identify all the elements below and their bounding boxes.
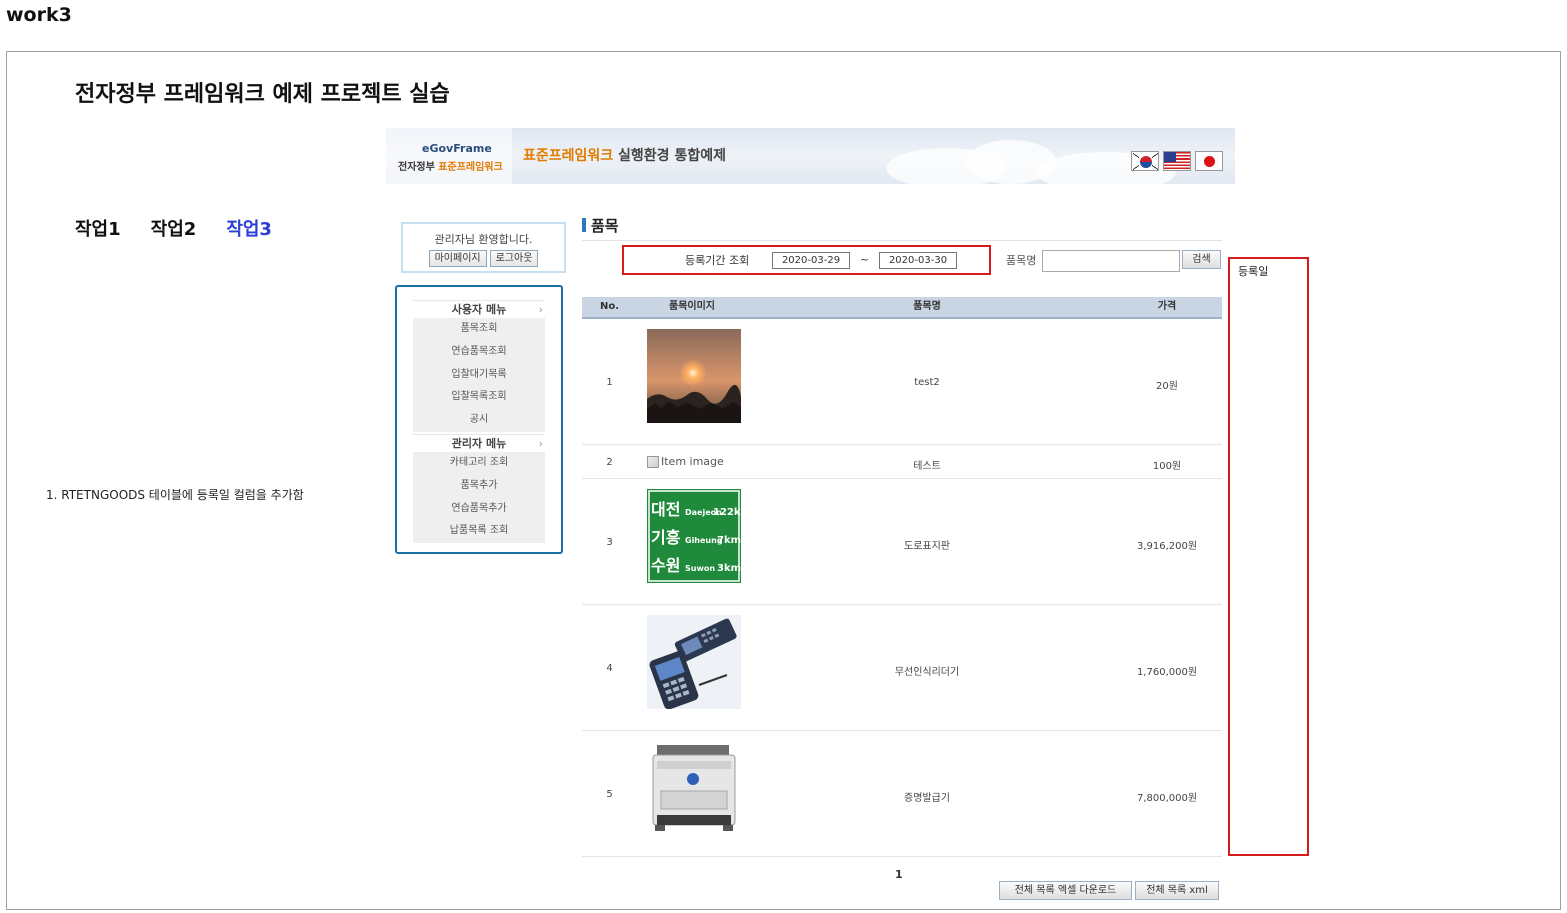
goods-name-label: 품목명	[1006, 254, 1037, 267]
row-name: test2	[914, 377, 940, 388]
row-price: 3,916,200원	[1136, 541, 1198, 552]
work-link-1[interactable]: 작업1	[75, 215, 121, 241]
egovframe-logo[interactable]: eGovFrame 전자정부 표준프레임워크	[386, 128, 512, 184]
menu-item-notice[interactable]: 공시	[413, 409, 545, 432]
table-row[interactable]: 2 Item image 테스트 100원	[582, 445, 1222, 479]
admin-menu-section: 관리자 메뉴 › 카테고리 조회 품목추가 연습품목추가 납품목록 조회	[413, 434, 545, 544]
chevron-right-icon: ›	[538, 303, 543, 316]
menu-item-add-practice-goods[interactable]: 연습품목추가	[413, 497, 545, 521]
banner-title: 표준프레임워크 실행환경 통합예제	[523, 148, 726, 164]
work-nav: 작업1 작업2 작업3	[75, 215, 272, 241]
table-row[interactable]: 5 증명발급기 7,800,000원	[582, 731, 1222, 857]
side-menu: 사용자 메뉴 › 품목조회 연습품목조회 입찰대기목록 입찰목록조회 공시 관리자…	[395, 285, 563, 554]
row-name: 무선인식리더기	[894, 667, 960, 678]
xml-download-button[interactable]: 전체 목록 xml	[1135, 881, 1219, 900]
col-no: No.	[599, 301, 620, 312]
regdate-label: 등록일	[1238, 265, 1269, 278]
menu-item-add-goods[interactable]: 품목추가	[413, 474, 545, 498]
sign-distance-2: 7km	[717, 535, 741, 546]
period-label: 등록기간 조회	[685, 254, 750, 267]
regdate-column-box: 등록일	[1228, 257, 1309, 856]
menu-item-goods-list[interactable]: 품목조회	[413, 318, 545, 341]
admin-menu-header[interactable]: 관리자 메뉴 ›	[413, 434, 545, 452]
page-title: 전자정부 프레임워크 예제 프로젝트 실습	[75, 82, 450, 107]
row-no: 1	[606, 377, 613, 388]
row-no: 4	[606, 663, 613, 674]
mypage-button[interactable]: 마이페이지	[428, 250, 487, 267]
pagination-page[interactable]: 1	[895, 868, 903, 881]
login-box: 관리자님 환영합니다. 마이페이지 로그아웃	[401, 222, 566, 273]
row-no: 5	[606, 789, 613, 800]
welcome-text: 관리자님 환영합니다.	[434, 233, 533, 246]
row-name: 테스트	[913, 461, 941, 472]
row-price: 20원	[1156, 381, 1178, 392]
sign-korean-3: 수원	[651, 556, 680, 575]
excel-download-button[interactable]: 전체 목록 엑셀 다운로드	[999, 881, 1132, 900]
menu-item-bid-waiting[interactable]: 입찰대기목록	[413, 363, 545, 387]
date-to-input[interactable]: 2020-03-30	[879, 252, 957, 269]
menu-item-category[interactable]: 카테고리 조회	[413, 452, 545, 475]
search-button[interactable]: 검색	[1182, 250, 1221, 269]
logout-button[interactable]: 로그아웃	[489, 250, 539, 267]
user-menu-section: 사용자 메뉴 › 품목조회 연습품목조회 입찰대기목록 입찰목록조회 공시	[413, 300, 545, 432]
col-price: 가격	[1157, 301, 1177, 312]
work-link-3[interactable]: 작업3	[226, 215, 272, 241]
menu-item-bid-list[interactable]: 입찰목록조회	[413, 386, 545, 410]
banner: eGovFrame 전자정부 표준프레임워크 표준프레임워크 실행환경 통합예제	[386, 128, 1235, 184]
row-price: 1,760,000원	[1136, 667, 1198, 678]
flag-japan-icon[interactable]	[1195, 151, 1223, 171]
date-range-search: 등록기간 조회 2020-03-29 ~ 2020-03-30	[622, 245, 991, 275]
row-no: 2	[606, 457, 613, 468]
road-sign-photo[interactable]: 대전 Daejeon 122km 기흥 Giheung 7km 수원 Suwon…	[647, 489, 741, 583]
date-from-input[interactable]: 2020-03-29	[772, 252, 850, 269]
image-alt-text: Item image	[661, 455, 724, 468]
row-no: 3	[606, 537, 613, 548]
work-link-2[interactable]: 작업2	[151, 215, 197, 241]
sign-distance-1: 122km	[713, 507, 741, 518]
sign-korean-2: 기흥	[651, 528, 681, 547]
broken-image-icon[interactable]: Item image	[647, 455, 724, 468]
table-header: No. 품목이미지 품목명 가격	[582, 297, 1222, 319]
title-bar-icon	[582, 218, 586, 232]
row-name: 도로표지판	[904, 541, 950, 552]
table-row[interactable]: 1 test2 20원	[582, 319, 1222, 445]
table-row[interactable]: 3 대전 Daejeon 122km 기흥 Giheung 7km 수원 Suw…	[582, 479, 1222, 605]
title-divider	[582, 240, 1222, 241]
sign-korean-1: 대전	[651, 500, 680, 519]
logo-text-top: eGovFrame	[422, 142, 492, 155]
barcode-scanner-photo[interactable]	[647, 615, 741, 709]
row-price: 100원	[1152, 461, 1182, 472]
flag-korea-icon[interactable]	[1131, 151, 1159, 171]
page-heading: work3	[6, 4, 72, 26]
certificate-printer-photo[interactable]	[647, 741, 741, 835]
row-name: 증명발급기	[904, 793, 950, 804]
sunset-photo[interactable]	[647, 329, 741, 423]
goods-name-input[interactable]	[1042, 250, 1180, 272]
col-name: 품목명	[913, 301, 941, 312]
date-tilde: ~	[860, 253, 870, 266]
content-title: 품목	[582, 215, 619, 236]
chevron-right-icon: ›	[538, 437, 543, 450]
logo-text-bottom: 전자정부 표준프레임워크	[398, 162, 503, 173]
user-menu-header[interactable]: 사용자 메뉴 ›	[413, 300, 545, 318]
row-price: 7,800,000원	[1136, 793, 1198, 804]
language-flags	[1131, 151, 1223, 171]
sign-distance-3: 3km	[717, 563, 741, 574]
menu-item-practice-goods-list[interactable]: 연습품목조회	[413, 340, 545, 364]
task-note: 1. RTETNGOODS 테이블에 등록일 컬럼을 추가함	[46, 488, 304, 502]
sign-english-3: Suwon	[685, 564, 715, 573]
col-image: 품목이미지	[669, 301, 715, 312]
flag-usa-icon[interactable]	[1163, 151, 1191, 171]
menu-item-delivery-list[interactable]: 납품목록 조회	[413, 520, 545, 544]
table-row[interactable]: 4 무선인식리더기 1,760,000원	[582, 605, 1222, 731]
